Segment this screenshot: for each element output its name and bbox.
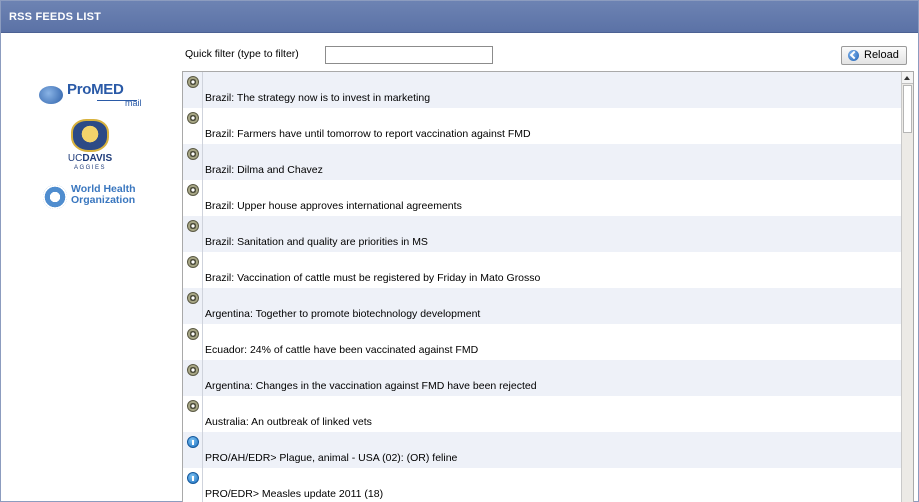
feed-title[interactable]: PRO/EDR> Measles update 2011 (18): [205, 488, 383, 500]
who-logo[interactable]: World Health Organization: [41, 183, 151, 213]
feed-icon-cell: [183, 396, 203, 432]
feed-row[interactable]: Brazil: Farmers have until tomorrow to r…: [183, 108, 901, 144]
feed-icon-cell: [183, 144, 203, 180]
feed-title[interactable]: Argentina: Together to promote biotechno…: [205, 308, 480, 320]
ucdavis-logo-sub: AGGIES: [73, 165, 106, 171]
feed-row[interactable]: Brazil: Dilma and Chavez: [183, 144, 901, 180]
feed-icon-cell: [183, 468, 203, 502]
feed-title[interactable]: Brazil: Upper house approves internation…: [205, 200, 462, 212]
quick-filter-input[interactable]: [325, 46, 493, 64]
feed-row[interactable]: Brazil: Sanitation and quality are prior…: [183, 216, 901, 252]
feed-icon-cell: [183, 288, 203, 324]
feed-row[interactable]: Brazil: The strategy now is to invest in…: [183, 72, 901, 108]
eye-icon: [187, 328, 199, 340]
info-icon: [187, 472, 199, 484]
eye-icon: [187, 400, 199, 412]
eye-icon: [187, 220, 199, 232]
eye-icon: [187, 184, 199, 196]
eye-icon: [187, 292, 199, 304]
feed-title[interactable]: Brazil: Vaccination of cattle must be re…: [205, 272, 540, 284]
feed-title[interactable]: Brazil: The strategy now is to invest in…: [205, 92, 430, 104]
eye-icon: [187, 256, 199, 268]
ucdavis-logo-text: UCDAVIS: [67, 153, 113, 164]
feed-icon-cell: [183, 72, 203, 108]
eye-icon: [187, 364, 199, 376]
promed-logo-sub: mail: [125, 98, 142, 108]
toolbar: Quick filter (type to filter) Reload: [1, 41, 918, 67]
quick-filter-label: Quick filter (type to filter): [185, 48, 299, 60]
feed-icon-cell: [183, 360, 203, 396]
ucdavis-mustang-icon: [71, 119, 109, 152]
reload-label: Reload: [864, 49, 899, 61]
feed-icon-cell: [183, 216, 203, 252]
feed-title[interactable]: Brazil: Farmers have until tomorrow to r…: [205, 128, 531, 140]
feed-row[interactable]: Argentina: Changes in the vaccination ag…: [183, 360, 901, 396]
feed-title[interactable]: PRO/AH/EDR> Plague, animal - USA (02): (…: [205, 452, 457, 464]
feed-title[interactable]: Ecuador: 24% of cattle have been vaccina…: [205, 344, 478, 356]
promed-logo[interactable]: ProMED mail: [39, 77, 149, 111]
promed-logo-text: ProMED: [67, 81, 124, 98]
feed-icon-cell: [183, 252, 203, 288]
feed-title[interactable]: Brazil: Dilma and Chavez: [205, 164, 323, 176]
feed-row[interactable]: PRO/EDR> Measles update 2011 (18): [183, 468, 901, 502]
feed-row[interactable]: Australia: An outbreak of linked vets: [183, 396, 901, 432]
eye-icon: [187, 76, 199, 88]
feed-icon-cell: [183, 180, 203, 216]
promed-globe-icon: [39, 86, 63, 104]
eye-icon: [187, 148, 199, 160]
feed-icon-cell: [183, 432, 203, 468]
feed-row[interactable]: Brazil: Upper house approves internation…: [183, 180, 901, 216]
scroll-thumb[interactable]: [903, 85, 912, 133]
feed-list[interactable]: Brazil: The strategy now is to invest in…: [182, 71, 914, 502]
feed-row[interactable]: PRO/AH/EDR> Plague, animal - USA (02): (…: [183, 432, 901, 468]
source-logos-sidebar: ProMED mail UCDAVIS AGGIES World Health O…: [1, 71, 181, 501]
feed-icon-cell: [183, 324, 203, 360]
eye-icon: [187, 112, 199, 124]
reload-button[interactable]: Reload: [841, 46, 907, 65]
ucdavis-logo[interactable]: UCDAVIS AGGIES: [67, 119, 117, 175]
panel-title: RSS FEEDS LIST: [9, 11, 102, 23]
feed-row[interactable]: Ecuador: 24% of cattle have been vaccina…: [183, 324, 901, 360]
reload-icon: [848, 50, 859, 61]
feed-title[interactable]: Brazil: Sanitation and quality are prior…: [205, 236, 428, 248]
feed-icon-cell: [183, 108, 203, 144]
panel-title-bar: RSS FEEDS LIST: [1, 1, 918, 33]
scroll-up-arrow-icon[interactable]: [902, 72, 913, 84]
who-emblem-icon: [43, 185, 67, 209]
feed-rows: Brazil: The strategy now is to invest in…: [183, 72, 901, 502]
rss-feeds-panel: RSS FEEDS LIST Quick filter (type to fil…: [0, 0, 919, 502]
feed-list-scrollbar[interactable]: [901, 72, 913, 502]
feed-title[interactable]: Argentina: Changes in the vaccination ag…: [205, 380, 537, 392]
info-icon: [187, 436, 199, 448]
who-logo-text: World Health Organization: [71, 183, 136, 206]
feed-row[interactable]: Argentina: Together to promote biotechno…: [183, 288, 901, 324]
feed-row[interactable]: Brazil: Vaccination of cattle must be re…: [183, 252, 901, 288]
feed-title[interactable]: Australia: An outbreak of linked vets: [205, 416, 372, 428]
